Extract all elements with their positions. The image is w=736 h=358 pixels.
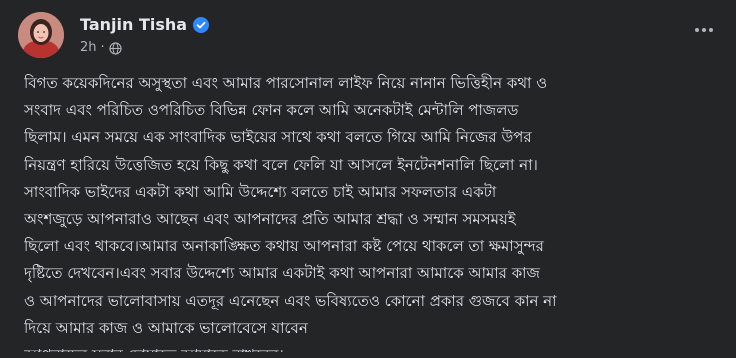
profile-photo-icon xyxy=(18,12,64,58)
meta-separator: · xyxy=(100,40,105,55)
more-options-button[interactable] xyxy=(690,20,718,40)
facebook-post: Tanjin Tisha 2h · বিগত কয়েকদিনের অসুস্থ… xyxy=(0,0,736,358)
avatar[interactable] xyxy=(18,12,64,58)
post-text-line: অংশজুড়ে আপনারাও আছেন এবং আপনাদের প্রতি … xyxy=(24,209,516,228)
post-text-line: ছিলো এবং থাকবে।আমার অনাকাঙ্ক্ষিত কথায় আ… xyxy=(24,237,544,256)
post-text: বিগত কয়েকদিনের অসুস্থতা এবং আমার পারসোন… xyxy=(24,70,724,352)
post-text-line: বিগত কয়েকদিনের অসুস্থতা এবং আমার পারসোন… xyxy=(24,74,548,92)
post-text-line: ছিলাম। এমন সময়ে এক সাংবাদিক ভাইয়ের সাথ… xyxy=(24,128,532,147)
more-dot xyxy=(709,28,713,32)
author-name[interactable]: Tanjin Tisha xyxy=(80,14,187,36)
post-text-line: নিয়ন্ত্রণ হারিয়ে উত্তেজিত হয়ে কিছু কথ… xyxy=(24,155,538,174)
post-text-line: আপনাদের সবার দোয়াতে আমাকে রাখবেন। xyxy=(24,342,724,352)
post-text-line: সাংবাদিক ভাইদের একটা কথা আমি উদ্দেশ্যে ব… xyxy=(24,182,497,201)
post-text-line: দিয়ে আমার কাজ ও আমাকে ভালোবেসে যাবেন xyxy=(24,318,308,337)
more-dot xyxy=(695,28,699,32)
globe-icon[interactable] xyxy=(109,41,122,55)
post-author[interactable]: Tanjin Tisha xyxy=(80,14,210,36)
post-meta: 2h · xyxy=(80,38,122,58)
post-text-line: ও আপনাদের ভালোবাসায় এতদূর এনেছেন এবং ভব… xyxy=(24,291,557,310)
post-text-line: দৃষ্টিতে দেখবেন।এবং সবার উদ্দেশ্যে আমার … xyxy=(24,264,540,283)
post-text-line: সংবাদ এবং পরিচিত ওপরিচিত বিভিন্ন ফোন কলে… xyxy=(24,101,519,120)
more-dot xyxy=(702,28,706,32)
verified-badge-icon xyxy=(193,17,210,33)
post-timestamp[interactable]: 2h xyxy=(80,38,97,58)
